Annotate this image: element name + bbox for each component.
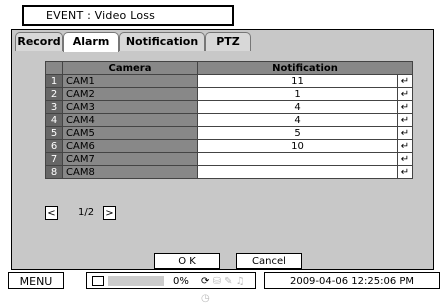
camera-name: CAM1 <box>62 74 198 88</box>
row-number: 4 <box>45 113 63 127</box>
camera-name: CAM6 <box>62 139 198 153</box>
table-row: 4 CAM4 4 ↵ <box>45 113 413 127</box>
ok-button[interactable]: O K <box>154 253 220 269</box>
page-title: EVENT : Video Loss <box>22 5 234 26</box>
disk-usage-percent: 0% <box>173 276 189 287</box>
table-row: 6 CAM6 10 ↵ <box>45 139 413 153</box>
notification-table: Camera Notification 1 CAM1 11 ↵ 2 CAM2 1… <box>45 61 413 179</box>
tab-bar: Record Alarm Notification PTZ <box>11 32 432 52</box>
camera-name: CAM2 <box>62 87 198 101</box>
cancel-button[interactable]: Cancel <box>236 253 302 269</box>
prev-page-button[interactable]: < <box>45 206 58 220</box>
enter-icon[interactable]: ↵ <box>397 100 413 114</box>
notification-value[interactable]: 1 <box>197 87 398 101</box>
row-number: 2 <box>45 87 63 101</box>
header-notification: Notification <box>197 61 413 75</box>
enter-icon[interactable]: ↵ <box>397 126 413 140</box>
overwrite-icon: ⟳ <box>201 276 210 287</box>
table-header-row: Camera Notification <box>45 61 413 75</box>
camera-name: CAM7 <box>62 152 198 166</box>
tab-notification[interactable]: Notification <box>119 32 205 51</box>
camera-name: CAM5 <box>62 126 198 140</box>
camera-name: CAM3 <box>62 100 198 114</box>
notification-value[interactable]: 11 <box>197 74 398 88</box>
network-icon: ⛁ <box>212 276 221 287</box>
hdd-icon <box>92 276 104 286</box>
enter-icon[interactable]: ↵ <box>397 113 413 127</box>
enter-icon[interactable]: ↵ <box>397 74 413 88</box>
header-number <box>45 61 63 75</box>
next-page-button[interactable]: > <box>103 206 116 220</box>
enter-icon[interactable]: ↵ <box>397 139 413 153</box>
tab-record[interactable]: Record <box>15 32 63 51</box>
header-camera: Camera <box>62 61 198 75</box>
status-bar: MENU 0% ⟳ ⛁ ✎ ♫ ◷ 2009-04-06 12:25:06 PM <box>0 272 446 304</box>
disk-usage-bar <box>108 276 164 286</box>
menu-button[interactable]: MENU <box>8 272 64 289</box>
row-number: 8 <box>45 165 63 179</box>
table-row: 3 CAM3 4 ↵ <box>45 100 413 114</box>
notification-value[interactable]: 4 <box>197 100 398 114</box>
enter-icon[interactable]: ↵ <box>397 87 413 101</box>
enter-icon[interactable]: ↵ <box>397 152 413 166</box>
enter-icon[interactable]: ↵ <box>397 165 413 179</box>
table-row: 1 CAM1 11 ↵ <box>45 74 413 88</box>
camera-name: CAM4 <box>62 113 198 127</box>
row-number: 1 <box>45 74 63 88</box>
camera-name: CAM8 <box>62 165 198 179</box>
alarm-icon: ♫ <box>235 276 245 287</box>
schedule-icon: ◷ <box>201 293 210 304</box>
row-number: 3 <box>45 100 63 114</box>
row-number: 5 <box>45 126 63 140</box>
page-indicator: 1/2 <box>78 207 95 218</box>
table-row: 2 CAM2 1 ↵ <box>45 87 413 101</box>
dvr-screen: EVENT : Video Loss Record Alarm Notifica… <box>0 0 446 304</box>
row-number: 6 <box>45 139 63 153</box>
datetime-display: 2009-04-06 12:25:06 PM <box>264 272 440 289</box>
notification-value[interactable] <box>197 152 398 166</box>
status-icons: ⟳ ⛁ ✎ ♫ ◷ <box>201 273 255 307</box>
notification-value[interactable]: 4 <box>197 113 398 127</box>
notification-value[interactable]: 5 <box>197 126 398 140</box>
notification-value[interactable] <box>197 165 398 179</box>
table-row: 7 CAM7 ↵ <box>45 152 413 166</box>
table-row: 5 CAM5 5 ↵ <box>45 126 413 140</box>
notification-value[interactable]: 10 <box>197 139 398 153</box>
row-number: 7 <box>45 152 63 166</box>
disk-status: 0% ⟳ ⛁ ✎ ♫ ◷ <box>86 272 256 304</box>
tab-ptz[interactable]: PTZ <box>205 32 251 51</box>
record-icon: ✎ <box>224 276 233 287</box>
tab-alarm[interactable]: Alarm <box>63 32 119 52</box>
table-row: 8 CAM8 ↵ <box>45 165 413 179</box>
